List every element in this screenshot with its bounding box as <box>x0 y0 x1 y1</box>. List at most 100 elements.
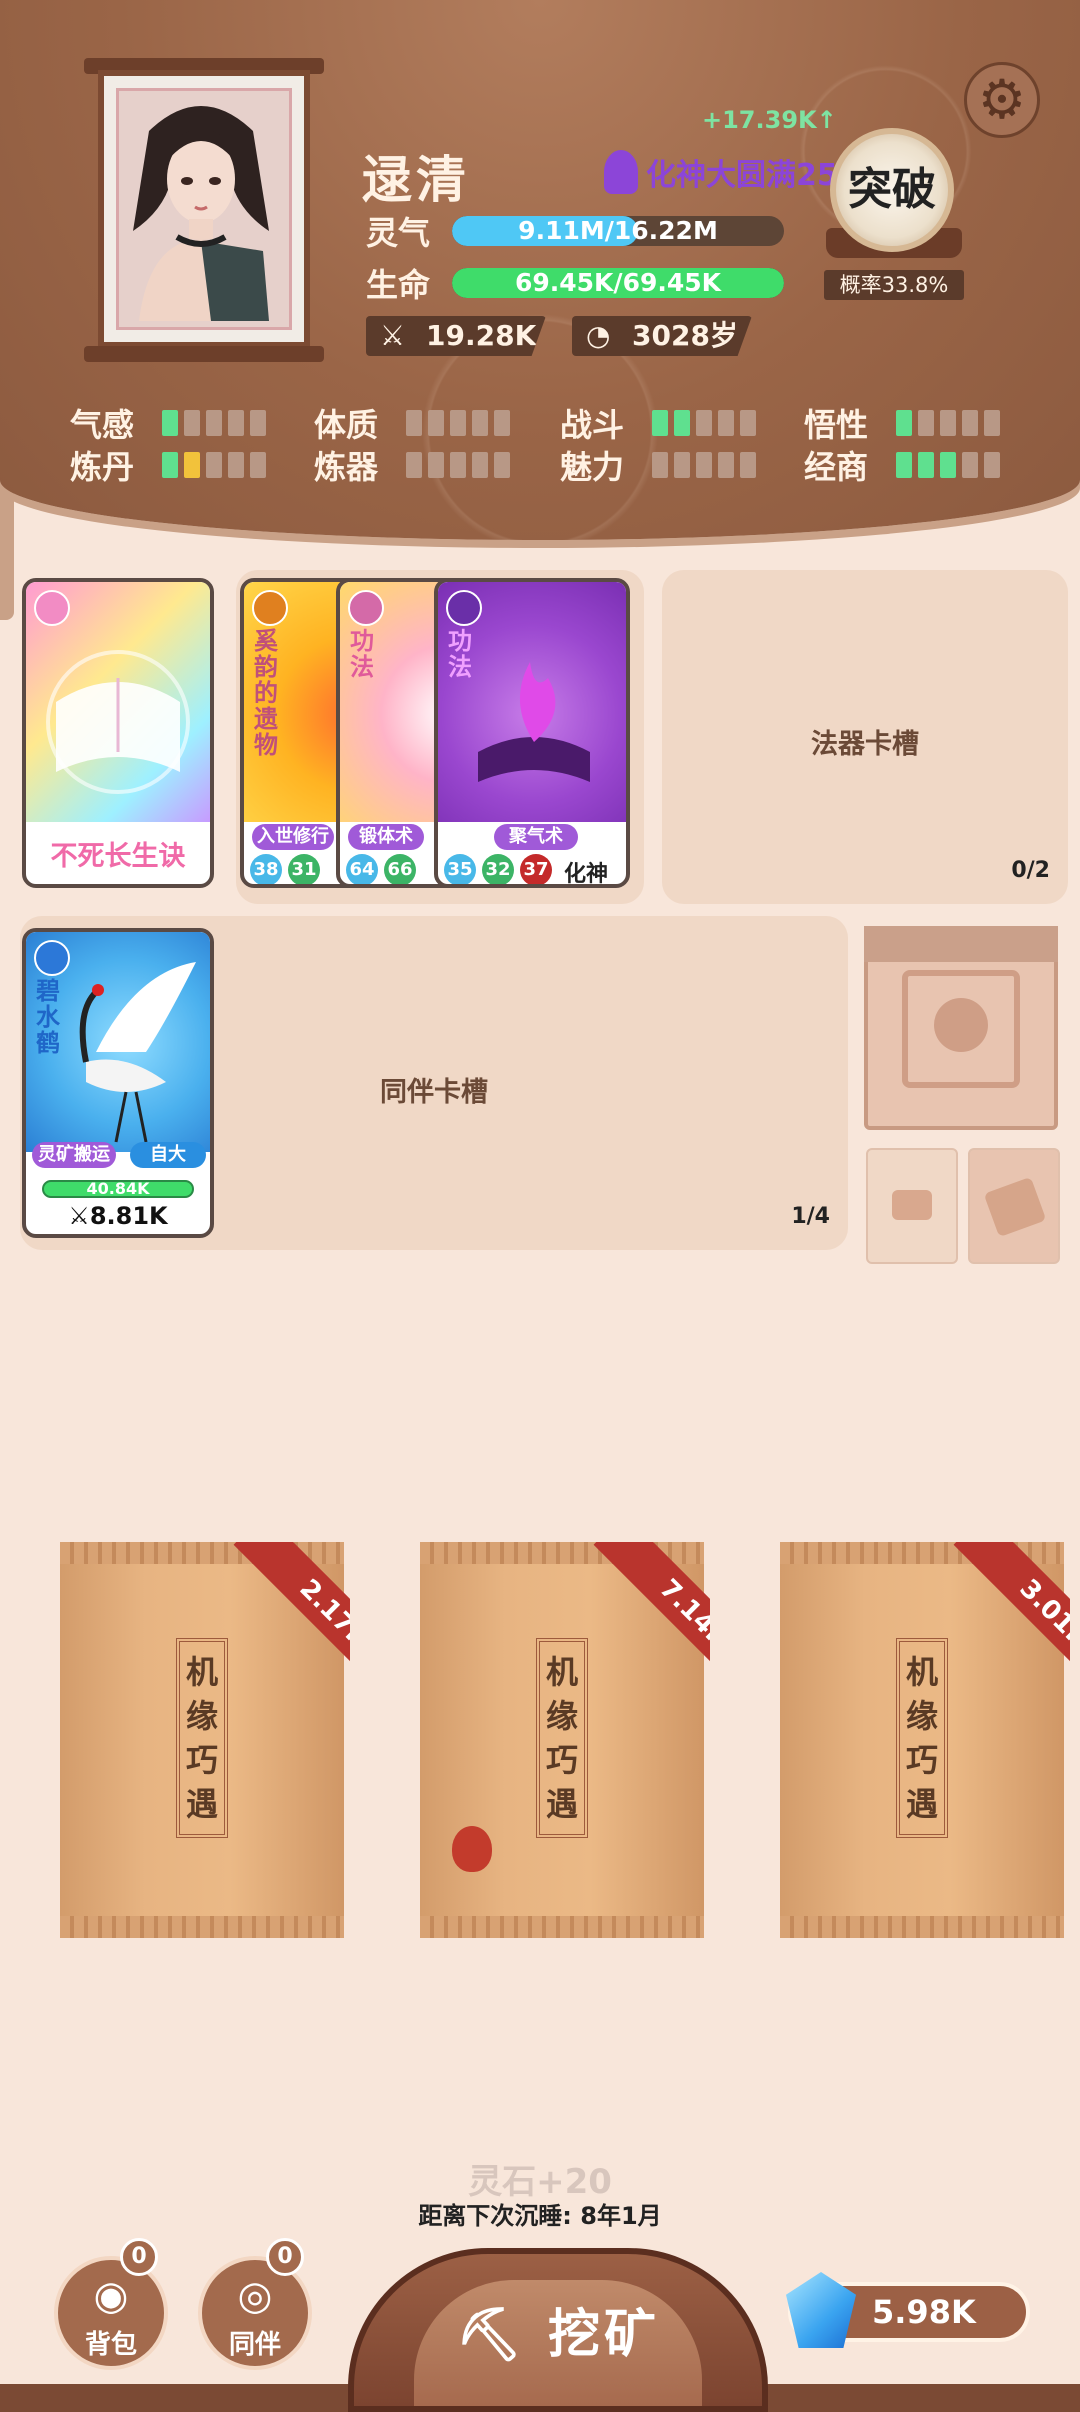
stat-blue: 35 <box>444 854 476 884</box>
bag-cost: 3.01K <box>953 1542 1070 1712</box>
attr-segment <box>674 410 690 436</box>
attr-segment <box>962 410 978 436</box>
artifact-slot[interactable]: 法器卡槽 0/2 <box>662 570 1068 904</box>
scroll-button[interactable] <box>968 1148 1060 1264</box>
chest-button[interactable] <box>866 1148 958 1264</box>
card-tag: 聚气术 <box>494 824 578 850</box>
attr-segment <box>428 410 444 436</box>
attr-segments <box>406 452 516 478</box>
breakthrough-probability: 概率33.8% <box>824 270 964 300</box>
attr-segment <box>228 452 244 478</box>
gem-amount: 5.98K <box>872 2293 976 2331</box>
card-realm: 化神 <box>564 862 609 887</box>
fortune-bag-3[interactable]: 机缘巧遇 3.01K <box>780 1542 1070 1938</box>
companion-hp-bar: 40.84K <box>42 1180 194 1198</box>
lingqi-label: 灵气 <box>366 214 431 252</box>
attr-segments <box>162 410 272 436</box>
attr-lianqi: 炼器 <box>314 442 516 488</box>
settings-gear-icon[interactable]: ⚙ <box>964 62 1040 138</box>
sword-icon: ⚔ <box>68 1202 90 1230</box>
attr-segments <box>652 410 762 436</box>
bag-bottom-edge <box>780 1916 1064 1938</box>
attr-tizhi: 体质 <box>314 400 516 446</box>
shrine-body <box>902 970 1020 1088</box>
backpack-label: 背包 <box>84 2330 137 2360</box>
attr-segment <box>652 410 668 436</box>
attr-segment <box>918 410 934 436</box>
attr-segment <box>162 452 178 478</box>
attr-segments <box>896 410 1006 436</box>
attr-name: 魅力 <box>560 448 625 486</box>
attr-segment <box>450 452 466 478</box>
life-bar: 69.45K/69.45K <box>452 268 784 298</box>
stat-blue: 38 <box>250 854 282 884</box>
stat-green: 66 <box>384 854 416 884</box>
attr-segment <box>984 452 1000 478</box>
card-type-icon <box>446 590 482 626</box>
pickaxe-icon: ⛏ <box>455 2305 526 2365</box>
card-title: 碧水鹤 <box>36 977 60 1057</box>
card-title: 奚韵的遗物 <box>254 627 278 759</box>
bag-cost: 2.17K <box>233 1542 350 1712</box>
egg-icon <box>452 1826 492 1872</box>
person-icon: ◎ <box>237 2273 273 2319</box>
attr-segment <box>896 452 912 478</box>
attr-segment <box>718 452 734 478</box>
attr-segment <box>740 410 756 436</box>
attr-name: 炼器 <box>314 448 379 486</box>
companion-slot-count: 1/4 <box>791 1204 830 1229</box>
lingqi-bar: 9.11M/16.22M <box>452 216 784 246</box>
main-technique-card[interactable]: 不死长生诀 <box>22 578 214 888</box>
card-trait: 自大 <box>130 1142 206 1168</box>
attr-segment <box>206 410 222 436</box>
age-value: 3028岁 <box>632 319 738 352</box>
breakthrough-button[interactable]: 突破 <box>830 128 954 252</box>
attr-segment <box>228 410 244 436</box>
attr-segment <box>984 410 1000 436</box>
bag-cost: 7.14K <box>593 1542 710 1712</box>
card-title: 不死长生诀 <box>50 841 186 872</box>
attr-segment <box>184 410 200 436</box>
attr-segment <box>696 452 712 478</box>
bag-bottom-edge <box>60 1916 344 1938</box>
attr-segment <box>406 452 422 478</box>
gem-balance: 5.98K <box>786 2272 1030 2348</box>
player-name: 逯清 <box>362 151 470 209</box>
attr-segment <box>918 452 934 478</box>
bag-cost-ribbon: 7.14K <box>540 1542 710 1712</box>
fortune-bag-1[interactable]: 机缘巧遇 2.17K <box>60 1542 350 1938</box>
stat-green: 32 <box>482 854 514 884</box>
portrait-art <box>116 88 292 330</box>
companion-card[interactable]: 碧水鹤 灵矿搬运 自大 40.84K ⚔8.81K <box>22 928 214 1238</box>
technique-card-3[interactable]: 功法 聚气术 35 32 37 化神 <box>434 578 630 888</box>
character-portrait[interactable] <box>98 70 310 348</box>
attr-jingshang: 经商 <box>804 442 1006 488</box>
backpack-button[interactable]: ◉ 背包 <box>54 2256 168 2370</box>
fortune-bag-2[interactable]: 机缘巧遇 7.14K <box>420 1542 710 1938</box>
attr-name: 体质 <box>314 406 379 444</box>
attr-segment <box>962 452 978 478</box>
stat-green: 31 <box>288 854 320 884</box>
attr-qigan: 气感 <box>70 400 272 446</box>
age-chip: ◔ 3028岁 <box>572 316 752 356</box>
attr-segment <box>428 452 444 478</box>
artifact-slot-label: 法器卡槽 <box>811 729 919 760</box>
shrine-building[interactable] <box>864 926 1058 1130</box>
attack-value: 19.28K <box>426 319 537 352</box>
bag-bottom-edge <box>420 1916 704 1938</box>
realm-label: 化神大圆满25 <box>604 150 838 194</box>
attr-segment <box>494 452 510 478</box>
attr-segment <box>450 410 466 436</box>
character-art <box>133 106 269 321</box>
next-sleep-timer: 距离下次沉睡: 8年1月 <box>418 2202 662 2230</box>
attr-segment <box>184 452 200 478</box>
card-type-icon <box>34 590 70 626</box>
mine-button[interactable]: ⛏ 挖矿 <box>348 2248 768 2412</box>
card-type-icon <box>34 940 70 976</box>
attr-name: 悟性 <box>804 406 869 444</box>
attr-meili: 魅力 <box>560 442 762 488</box>
stat-red: 37 <box>520 854 552 884</box>
mine-button-face: ⛏ 挖矿 <box>414 2280 702 2406</box>
chest-icon <box>892 1190 932 1220</box>
card-tag: 灵矿搬运 <box>32 1142 116 1168</box>
